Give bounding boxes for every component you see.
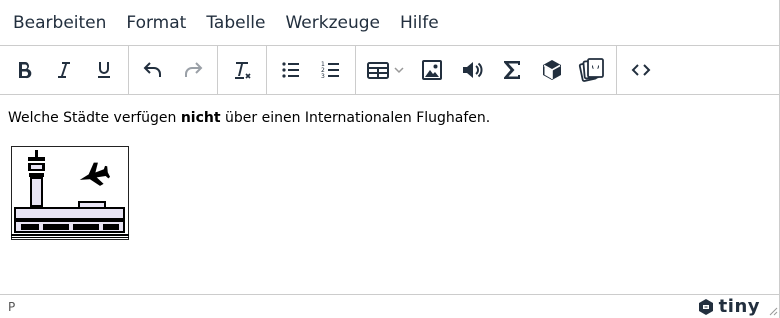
clear-formatting-button[interactable] (224, 52, 260, 88)
menu-format[interactable]: Format (116, 5, 196, 41)
image-button[interactable] (414, 52, 450, 88)
numbered-list-icon: 123 (321, 61, 339, 80)
menu-werkzeuge[interactable]: Werkzeuge (275, 5, 390, 41)
toolbar-group-clear (218, 46, 267, 94)
cube-button[interactable] (534, 52, 570, 88)
bold-button[interactable] (6, 52, 42, 88)
italic-button[interactable] (46, 52, 82, 88)
rich-text-editor: Bearbeiten Format Tabelle Werkzeuge Hilf… (0, 0, 780, 318)
bullet-list-button[interactable] (273, 52, 309, 88)
tiny-brand-link[interactable]: tiny (697, 296, 760, 317)
question-text-start: Welche Städte verfügen (8, 110, 181, 126)
table-button[interactable] (362, 52, 410, 88)
source-code-button[interactable] (623, 52, 659, 88)
svg-text:3: 3 (321, 73, 325, 80)
menubar: Bearbeiten Format Tabelle Werkzeuge Hilf… (0, 0, 780, 45)
menu-bearbeiten[interactable]: Bearbeiten (4, 5, 116, 41)
element-path[interactable]: P (8, 300, 15, 314)
toolbar-group-insert (356, 46, 617, 94)
sum-icon (504, 61, 520, 79)
redo-button[interactable] (175, 52, 211, 88)
tiny-logo-icon (698, 298, 713, 315)
underline-icon (98, 62, 110, 78)
toolbar-group-formatting (0, 46, 129, 94)
redo-icon (185, 62, 203, 77)
audio-button[interactable] (454, 52, 490, 88)
bullet-list-icon (282, 62, 299, 78)
italic-icon (58, 62, 70, 78)
question-text-end: über einen Internationalen Flughafen. (220, 110, 491, 126)
statusbar: P tiny (0, 294, 780, 318)
question-bold-word: nicht (180, 110, 221, 126)
toolbar: 123 (0, 45, 780, 95)
tiny-brand-text: tiny (718, 296, 760, 317)
toolbar-group-history (129, 46, 218, 94)
toolbar-group-code (617, 46, 665, 94)
code-icon (631, 64, 651, 76)
menu-hilfe[interactable]: Hilfe (390, 5, 449, 41)
table-icon (367, 62, 404, 79)
clear-formatting-icon (235, 62, 251, 79)
sum-button[interactable] (494, 52, 530, 88)
undo-button[interactable] (135, 52, 171, 88)
undo-icon (143, 62, 161, 77)
cards-icon (578, 58, 604, 82)
audio-icon (463, 62, 483, 78)
menu-tabelle[interactable]: Tabelle (196, 5, 275, 41)
bold-icon (19, 62, 32, 79)
image-icon (422, 60, 442, 80)
cube-icon (543, 60, 561, 80)
toolbar-group-lists: 123 (267, 46, 356, 94)
underline-button[interactable] (86, 52, 122, 88)
cards-button[interactable] (574, 52, 610, 88)
question-paragraph: Welche Städte verfügen nicht über einen … (8, 110, 771, 126)
numbered-list-button[interactable]: 123 (313, 52, 349, 88)
airport-pictogram[interactable] (11, 146, 130, 242)
resize-handle-icon[interactable] (768, 306, 778, 316)
